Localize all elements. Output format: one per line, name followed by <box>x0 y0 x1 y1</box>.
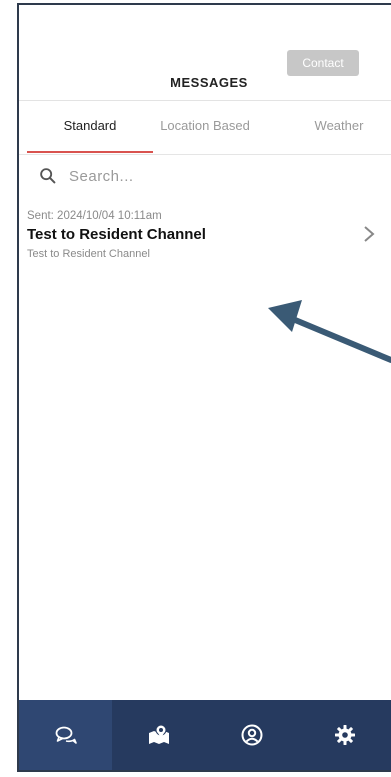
nav-map[interactable] <box>112 700 205 770</box>
search-input[interactable] <box>67 166 321 186</box>
map-pin-icon <box>148 724 169 744</box>
gear-icon <box>334 725 355 745</box>
page-title: MESSAGES <box>170 75 248 90</box>
message-title: Test to Resident Channel <box>27 226 206 243</box>
nav-messages[interactable] <box>19 700 112 770</box>
user-circle-icon <box>241 724 262 746</box>
chevron-right-icon <box>364 226 375 242</box>
contact-button[interactable]: Contact <box>287 50 359 76</box>
active-tab-indicator <box>27 151 153 153</box>
tab-standard[interactable]: Standard <box>19 118 161 133</box>
bottom-navigation <box>19 700 391 770</box>
phone-screen: MESSAGES Contact Standard Location Based… <box>0 0 391 777</box>
nav-profile[interactable] <box>205 700 298 770</box>
app-header: MESSAGES Contact <box>19 5 391 100</box>
message-list-item[interactable]: Sent: 2024/10/04 10:11am Test to Residen… <box>19 206 391 266</box>
nav-settings[interactable] <box>298 700 391 770</box>
tab-location-based[interactable]: Location Based <box>147 118 263 133</box>
annotation-arrow <box>268 300 391 363</box>
search-icon <box>40 168 56 184</box>
message-preview: Test to Resident Channel <box>27 248 150 260</box>
tab-weather[interactable]: Weather <box>299 118 379 133</box>
search-bar <box>19 158 391 194</box>
tabs-divider <box>19 154 391 155</box>
message-sent-time: Sent: 2024/10/04 10:11am <box>27 210 162 222</box>
chat-bubbles-icon <box>55 726 77 744</box>
message-tabs: Standard Location Based Weather <box>19 104 391 154</box>
header-divider <box>19 100 391 101</box>
